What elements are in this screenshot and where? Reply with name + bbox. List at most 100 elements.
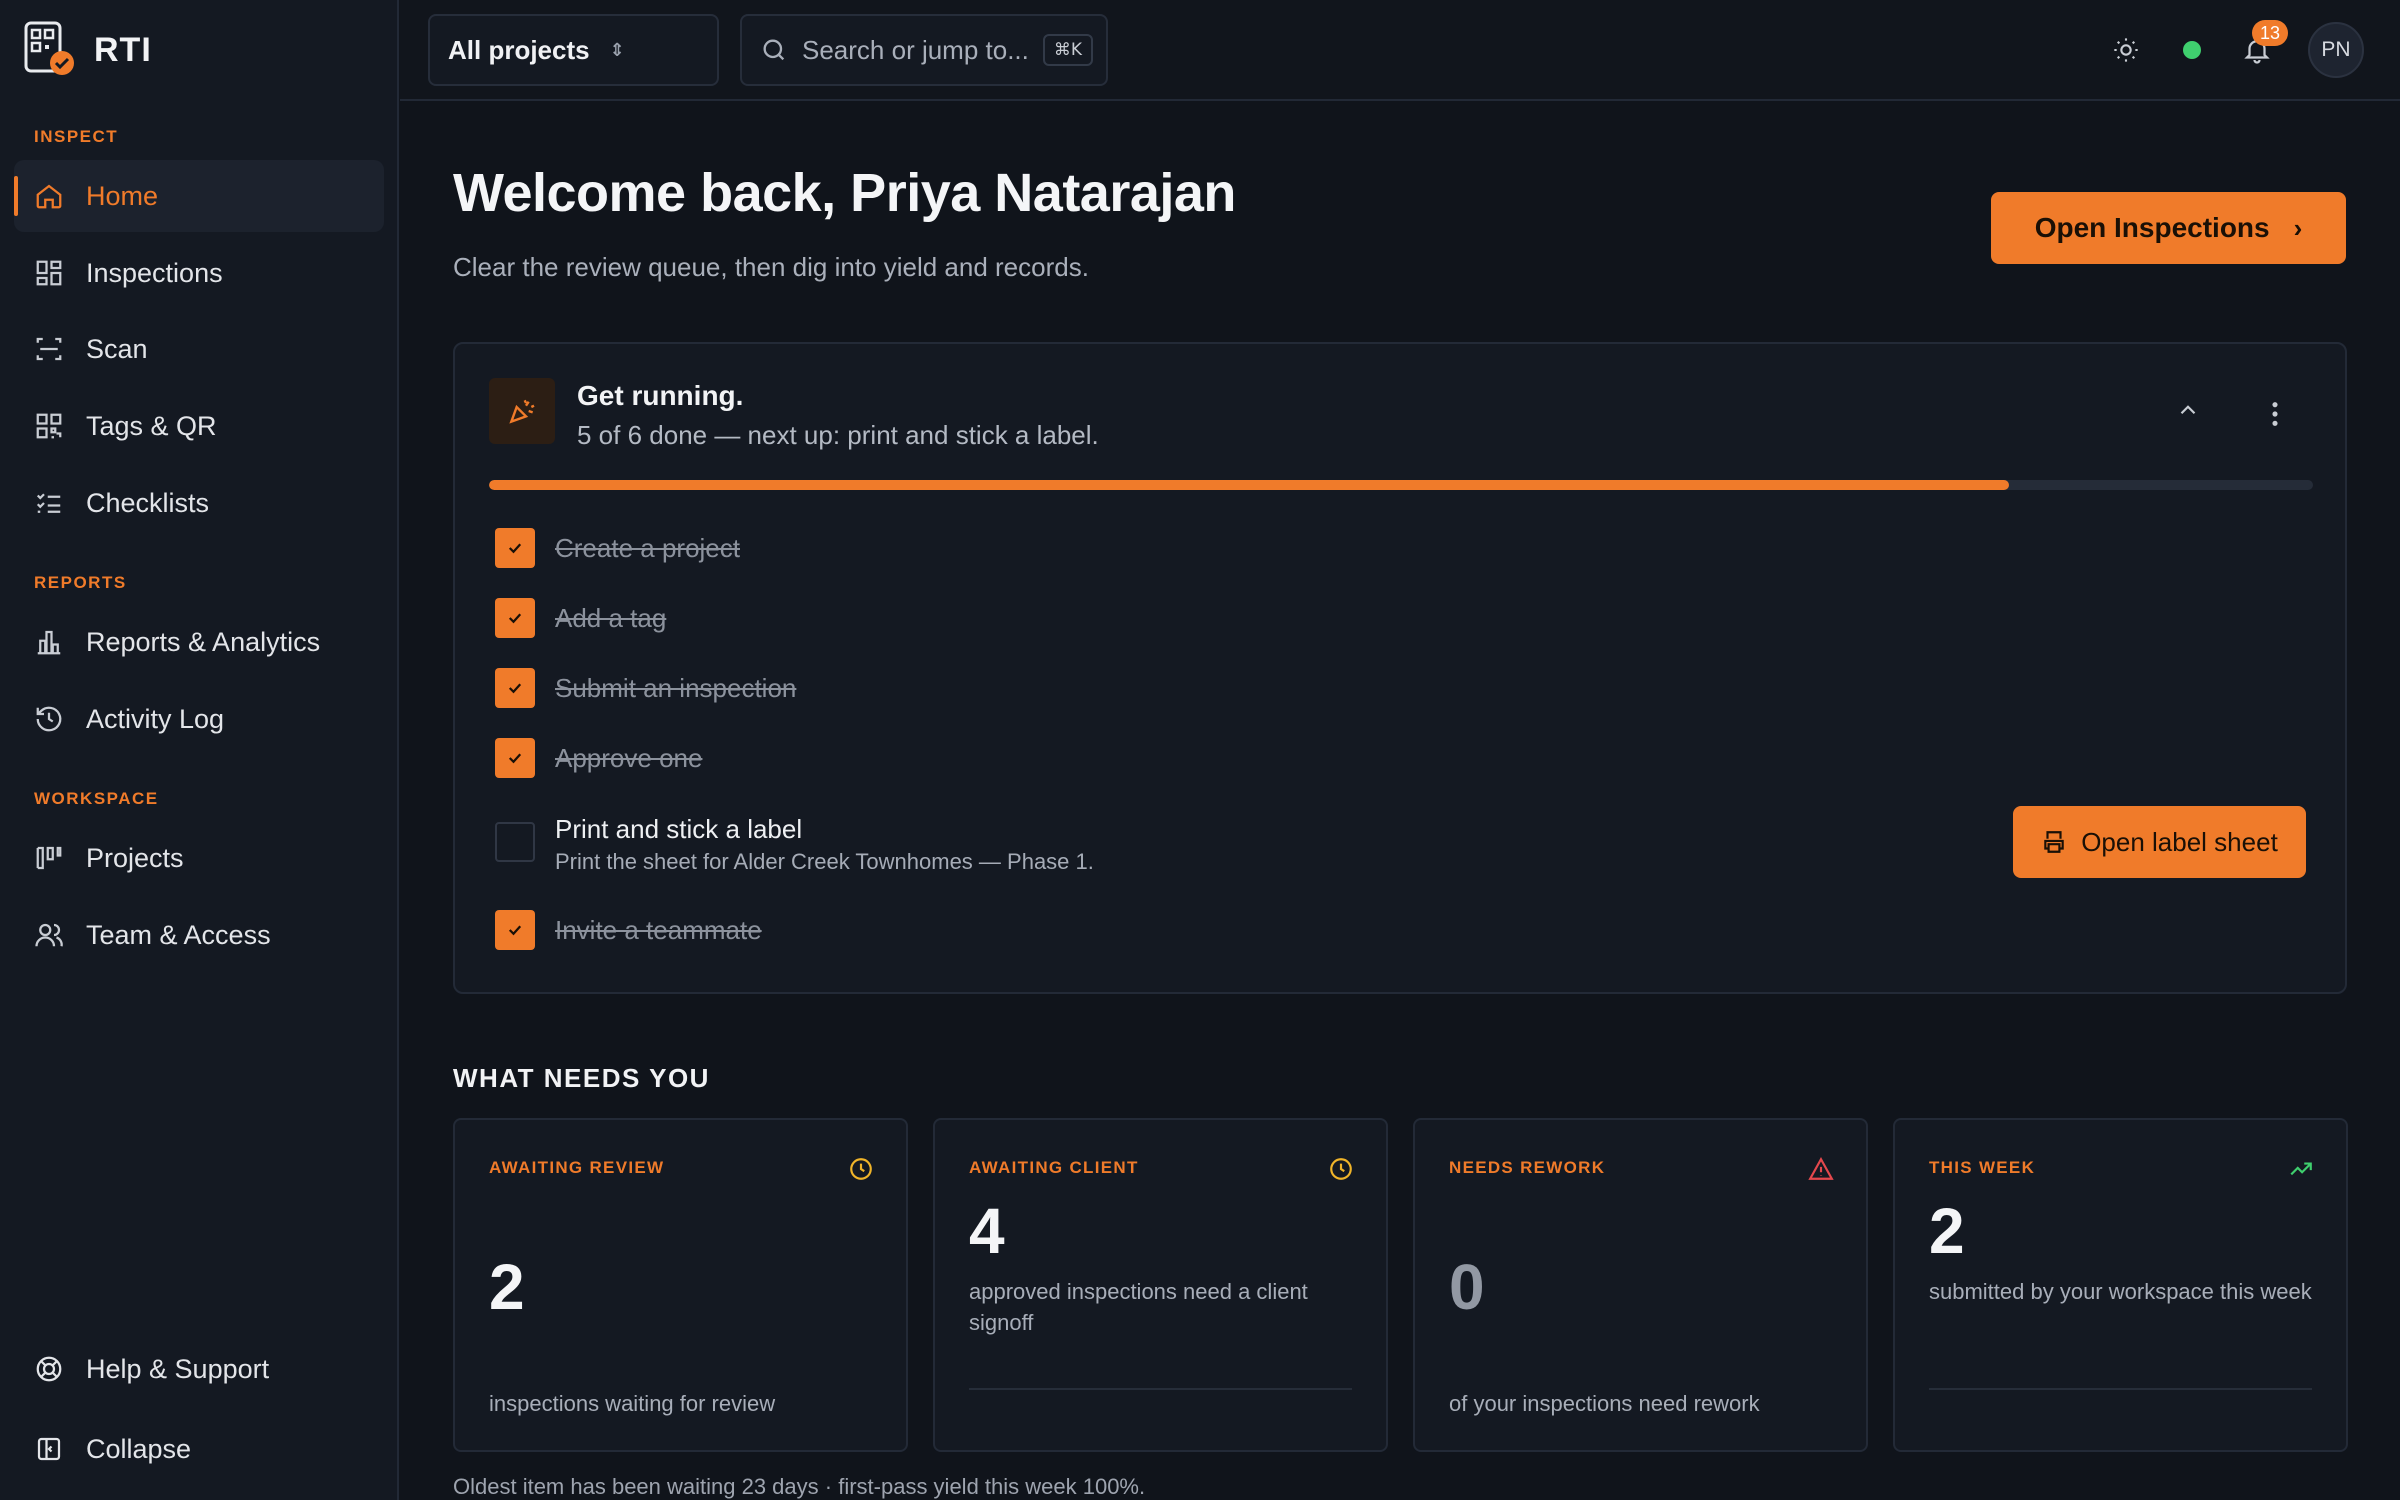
sidebar-item-label: Inspections — [86, 257, 223, 288]
bar-chart-icon — [34, 627, 64, 657]
search-shortcut: ⌘K — [1042, 34, 1094, 66]
clock-icon — [850, 1158, 872, 1180]
onboarding-title: Get running. — [577, 380, 744, 411]
section-label-inspect: INSPECT — [34, 127, 119, 146]
brand[interactable]: RTI — [24, 20, 152, 80]
task-submit-inspection[interactable]: Submit an inspection — [495, 668, 796, 708]
section-label-reports: REPORTS — [34, 573, 127, 592]
grid-icon — [34, 258, 64, 288]
stat-description: of your inspections need rework — [1449, 1391, 1760, 1416]
section-label-workspace: WORKSPACE — [34, 789, 159, 808]
sidebar-item-label: Checklists — [86, 487, 210, 518]
stat-value: 2 — [1929, 1195, 1965, 1267]
task-description: Print the sheet for Alder Creek Townhome… — [555, 849, 1094, 874]
open-inspections-label: Open Inspections — [2034, 212, 2270, 243]
sidebar-item-scan[interactable]: Scan — [14, 313, 384, 385]
stat-card-awaiting-client[interactable]: AWAITING CLIENT 4 approved inspections n… — [933, 1118, 1388, 1452]
task-label: Approve one — [555, 742, 703, 773]
sidebar-item-home[interactable]: Home — [14, 160, 384, 232]
home-icon — [34, 181, 64, 211]
qr-icon — [34, 411, 64, 441]
project-select[interactable]: All projects ⇕ — [428, 14, 719, 86]
sidebar-item-reports-analytics[interactable]: Reports & Analytics — [14, 606, 384, 678]
sidebar-item-label: Help & Support — [86, 1353, 270, 1384]
users-icon — [34, 920, 64, 950]
history-icon — [34, 704, 64, 734]
sidebar-item-team-access[interactable]: Team & Access — [14, 899, 384, 971]
search-input[interactable]: Search or jump to... ⌘K — [740, 14, 1108, 86]
stat-value: 4 — [969, 1195, 1005, 1267]
printer-icon — [2044, 831, 2064, 853]
project-select-value: All projects — [448, 34, 590, 65]
task-create-project[interactable]: Create a project — [495, 528, 740, 568]
checkbox-checked[interactable] — [495, 738, 535, 778]
stat-divider — [969, 1388, 1352, 1390]
open-label-sheet-button[interactable]: Open label sheet — [2013, 806, 2306, 878]
stat-card-awaiting-review[interactable]: AWAITING REVIEW 2 inspections waiting fo… — [453, 1118, 908, 1452]
party-popper-icon — [489, 378, 555, 444]
stat-description: submitted by your workspace this week — [1929, 1279, 2312, 1304]
open-inspections-button[interactable]: Open Inspections › — [1991, 192, 2346, 264]
online-status-dot — [2183, 41, 2201, 59]
onboarding-subtitle: 5 of 6 done — next up: print and stick a… — [577, 420, 1099, 450]
sidebar-item-label: Home — [86, 180, 159, 211]
stat-card-this-week[interactable]: THIS WEEK 2 submitted by your workspace … — [1893, 1118, 2348, 1452]
what-needs-you-heading: WHAT NEEDS YOU — [453, 1063, 710, 1093]
sidebar-item-label: Activity Log — [86, 703, 225, 734]
sidebar-collapse-button[interactable]: Collapse — [14, 1413, 384, 1485]
checklist-icon — [34, 488, 64, 518]
more-vertical-icon[interactable] — [2267, 400, 2283, 428]
onboarding-progress-fill — [489, 480, 2009, 490]
stat-divider — [1929, 1388, 2312, 1390]
clock-icon — [1330, 1158, 1352, 1180]
summary-footnote: Oldest item has been waiting 23 days · f… — [453, 1474, 1146, 1499]
search-placeholder: Search or jump to... — [802, 34, 1029, 65]
stat-description: approved inspections need a client signo… — [969, 1279, 1308, 1335]
search-icon — [763, 39, 785, 61]
scan-icon — [34, 334, 64, 364]
sidebar-item-label: Team & Access — [86, 919, 271, 950]
stat-value: 0 — [1449, 1251, 1485, 1323]
checkbox-unchecked[interactable] — [495, 822, 535, 862]
rti-logo-icon — [24, 21, 74, 79]
checkbox-checked[interactable] — [495, 910, 535, 950]
sidebar-item-label: Scan — [86, 333, 148, 364]
stat-label: AWAITING CLIENT — [969, 1158, 1139, 1177]
sidebar-item-label: Reports & Analytics — [86, 626, 321, 657]
sidebar-item-label: Tags & QR — [86, 410, 217, 441]
checkbox-checked[interactable] — [495, 528, 535, 568]
task-label: Add a tag — [555, 602, 667, 633]
sidebar-item-inspections[interactable]: Inspections — [14, 237, 384, 309]
stat-value: 2 — [489, 1251, 525, 1323]
chevron-right-icon: › — [2293, 212, 2303, 243]
theme-toggle-sun-icon[interactable] — [2112, 36, 2140, 64]
notification-count-badge: 13 — [2252, 20, 2288, 46]
chevron-up-down-icon: ⇕ — [609, 39, 625, 60]
sidebar-item-projects[interactable]: Projects — [14, 822, 384, 894]
stat-label: NEEDS REWORK — [1449, 1158, 1606, 1177]
sidebar-item-activity-log[interactable]: Activity Log — [14, 683, 384, 755]
stat-card-needs-rework[interactable]: NEEDS REWORK 0 of your inspections need … — [1413, 1118, 1868, 1452]
sidebar-item-tags-qr[interactable]: Tags & QR — [14, 390, 384, 462]
sidebar-item-label: Collapse — [86, 1433, 192, 1464]
page-subtitle: Clear the review queue, then dig into yi… — [453, 252, 1089, 282]
task-add-tag[interactable]: Add a tag — [495, 598, 666, 638]
task-label: Print and stick a label — [555, 813, 803, 844]
kanban-icon — [34, 843, 64, 873]
user-avatar[interactable]: PN — [2308, 22, 2364, 78]
stat-description: inspections waiting for review — [489, 1391, 776, 1416]
task-approve-one[interactable]: Approve one — [495, 738, 702, 778]
checkbox-checked[interactable] — [495, 668, 535, 708]
stat-label: AWAITING REVIEW — [489, 1158, 665, 1177]
stat-label: THIS WEEK — [1929, 1158, 2036, 1177]
sidebar-item-checklists[interactable]: Checklists — [14, 467, 384, 539]
checkbox-checked[interactable] — [495, 598, 535, 638]
sidebar: RTI INSPECT Home Inspections Scan Tags &… — [0, 0, 399, 1500]
page-title: Welcome back, Priya Natarajan — [453, 163, 1236, 223]
task-invite-teammate[interactable]: Invite a teammate — [495, 910, 762, 950]
sidebar-collapse-icon — [34, 1434, 64, 1464]
warning-icon — [1808, 1157, 1834, 1180]
chevron-up-icon[interactable] — [2175, 400, 2201, 420]
task-label: Create a project — [555, 532, 740, 563]
sidebar-item-help-support[interactable]: Help & Support — [14, 1333, 384, 1405]
